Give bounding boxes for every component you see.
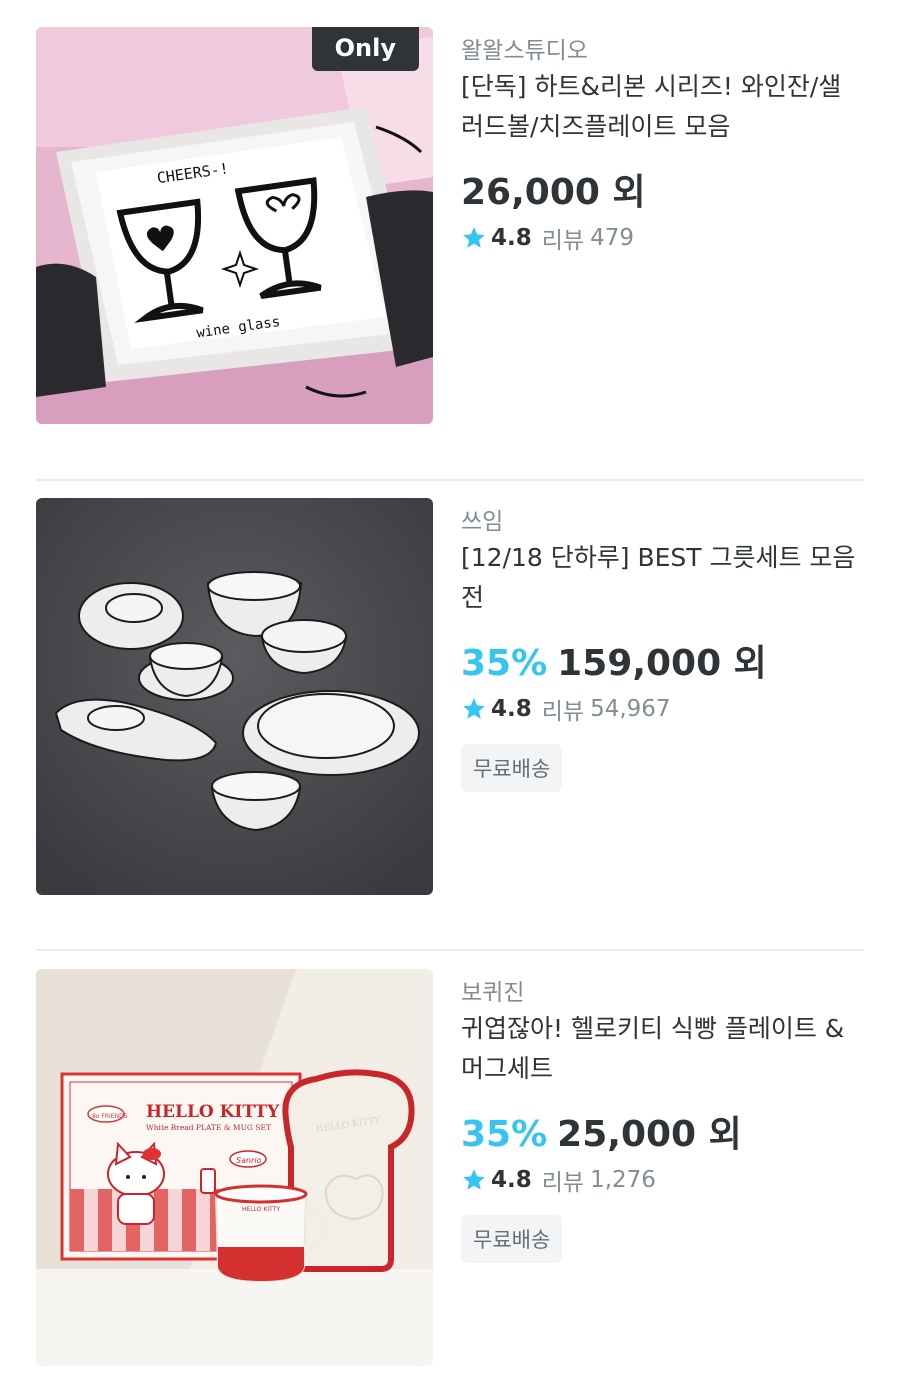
rating-score: 4.8 (491, 696, 532, 722)
price-row: 26,000 외 (461, 163, 646, 215)
price: 25,000 외 (557, 1114, 742, 1155)
rating-row: 4.8 리뷰 479 (461, 221, 634, 255)
product-card[interactable]: CHEERS-! wine glass Only 왈왈스튜디오 [단독] 하트&… (36, 27, 864, 425)
box-subtitle-text: White Bread PLATE & MUG SET (146, 1123, 271, 1132)
box-logo-text: Sanrio (236, 1156, 262, 1165)
product-title[interactable]: 귀엽잖아! 헬로키티 식빵 플레이트 & 머그세트 (461, 1009, 864, 1089)
price: 26,000 외 (461, 172, 646, 213)
product-image[interactable]: CHEERS-! wine glass Only (36, 27, 433, 424)
brand-name[interactable]: 왈왈스튜디오 (461, 31, 588, 65)
review-label: 리뷰 (541, 228, 585, 254)
price-row: 35% 25,000 외 (461, 1105, 742, 1157)
brand-name[interactable]: 쓰임 (461, 502, 503, 536)
review-count: 54,967 (590, 696, 671, 722)
review-label: 리뷰 (541, 699, 585, 725)
discount-rate: 35% (461, 643, 548, 684)
brand-name[interactable]: 보퀴진 (461, 973, 524, 1007)
review-count: 1,276 (590, 1167, 656, 1193)
mug-label-text: HELLO KITTY (242, 1206, 280, 1213)
box-title-text: HELLO KITTY (146, 1102, 280, 1122)
divider (36, 949, 864, 951)
review-label: 리뷰 (541, 1170, 585, 1196)
product-list: CHEERS-! wine glass Only 왈왈스튜디오 [단독] 하트&… (0, 0, 900, 1387)
rating-row: 4.8 리뷰 1,276 (461, 1163, 656, 1197)
price-row: 35% 159,000 외 (461, 634, 767, 686)
star-icon (463, 698, 485, 719)
star-icon (463, 1169, 485, 1190)
product-card[interactable]: 8o FRIENDS HELLO KITTY White Bread PLATE… (36, 969, 864, 1367)
free-shipping-tag: 무료배송 (461, 1215, 563, 1263)
rating-row: 4.8 리뷰 54,967 (461, 692, 671, 726)
product-image[interactable] (36, 498, 433, 895)
rating-score: 4.8 (491, 225, 532, 251)
product-title[interactable]: [단독] 하트&리본 시리즈! 와인잔/샐러드볼/치즈플레이트 모음 (461, 67, 864, 147)
free-shipping-tag: 무료배송 (461, 744, 563, 792)
product-title[interactable]: [12/18 단하루] BEST 그릇세트 모음전 (461, 538, 864, 618)
box-sticker-text: 8o FRIENDS (92, 1113, 128, 1120)
discount-rate: 35% (461, 1114, 548, 1155)
rating-score: 4.8 (491, 1167, 532, 1193)
wine-glass-photo: CHEERS-! wine glass (36, 27, 433, 424)
only-badge: Only (311, 27, 419, 71)
review-count: 479 (590, 225, 634, 251)
price: 159,000 외 (557, 643, 767, 684)
star-icon (463, 227, 485, 248)
product-card[interactable]: 쓰임 [12/18 단하루] BEST 그릇세트 모음전 35% 159,000 … (36, 498, 864, 896)
divider (36, 479, 864, 481)
product-image[interactable]: 8o FRIENDS HELLO KITTY White Bread PLATE… (36, 969, 433, 1366)
hello-kitty-set-photo: 8o FRIENDS HELLO KITTY White Bread PLATE… (36, 969, 433, 1366)
bowl-set-photo (36, 498, 433, 895)
